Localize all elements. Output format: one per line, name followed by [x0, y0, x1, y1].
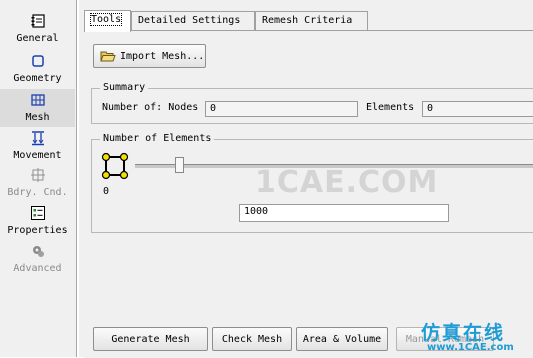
element-count-icon — [101, 152, 129, 180]
sidebar-item-label: Advanced — [13, 263, 62, 274]
area-volume-button[interactable]: Area & Volume — [296, 327, 388, 351]
sidebar-item-label: Mesh — [25, 112, 50, 123]
sidebar-item-label: Movement — [13, 150, 62, 161]
movement-icon — [31, 131, 44, 146]
summary-title: Summary — [100, 82, 149, 93]
element-count-slider-thumb[interactable] — [175, 157, 185, 173]
tab-detailed-settings[interactable]: Detailed Settings — [131, 11, 255, 31]
sidebar-item-geometry[interactable]: Geometry — [0, 50, 75, 88]
watermark-url: www.1CAE.com — [427, 342, 514, 353]
import-mesh-button[interactable]: Import Mesh... — [93, 44, 206, 68]
elements-label: Elements — [366, 102, 415, 113]
sidebar-item-label: Geometry — [13, 73, 62, 84]
sidebar: General Geometry Mesh Movement Bdry. Cnd… — [0, 0, 77, 357]
number-of-elements-title: Number of Elements — [100, 133, 215, 144]
sidebar-item-properties[interactable]: Properties — [0, 202, 75, 240]
element-count-input[interactable]: 1000 — [239, 204, 449, 222]
nodes-label: Number of: Nodes — [102, 102, 199, 113]
properties-icon — [30, 206, 45, 220]
notebook-icon — [31, 14, 45, 28]
watermark-logo: 仿真在线 — [421, 322, 506, 344]
slider-min-label: 0 — [103, 186, 110, 197]
tab-tools[interactable]: Tools — [84, 10, 131, 32]
sidebar-item-general[interactable]: General — [0, 10, 75, 48]
boundary-icon — [30, 168, 45, 182]
square-icon — [31, 55, 44, 67]
gear-icon — [32, 246, 44, 257]
open-folder-icon — [100, 51, 116, 62]
sidebar-item-mesh[interactable]: Mesh — [0, 89, 75, 127]
watermark-text: 1CAE.COM — [255, 165, 439, 200]
check-mesh-button[interactable]: Check Mesh — [212, 327, 292, 351]
tab-remesh-criteria[interactable]: Remesh Criteria — [255, 11, 368, 31]
summary-group: Summary Number of: Nodes 0 Elements 0 — [91, 82, 533, 124]
nodes-field: 0 — [205, 101, 358, 117]
sidebar-item-label: Bdry. Cnd. — [7, 187, 68, 198]
sidebar-item-label: Properties — [7, 225, 68, 236]
sidebar-item-bdry-cnd[interactable]: Bdry. Cnd. — [0, 164, 75, 202]
elements-field: 0 — [422, 101, 533, 117]
mesh-grid-icon — [30, 94, 45, 106]
sidebar-item-advanced[interactable]: Advanced — [0, 240, 75, 278]
sidebar-item-label: General — [16, 33, 59, 44]
sidebar-item-movement[interactable]: Movement — [0, 127, 75, 165]
generate-mesh-button[interactable]: Generate Mesh — [93, 327, 208, 351]
